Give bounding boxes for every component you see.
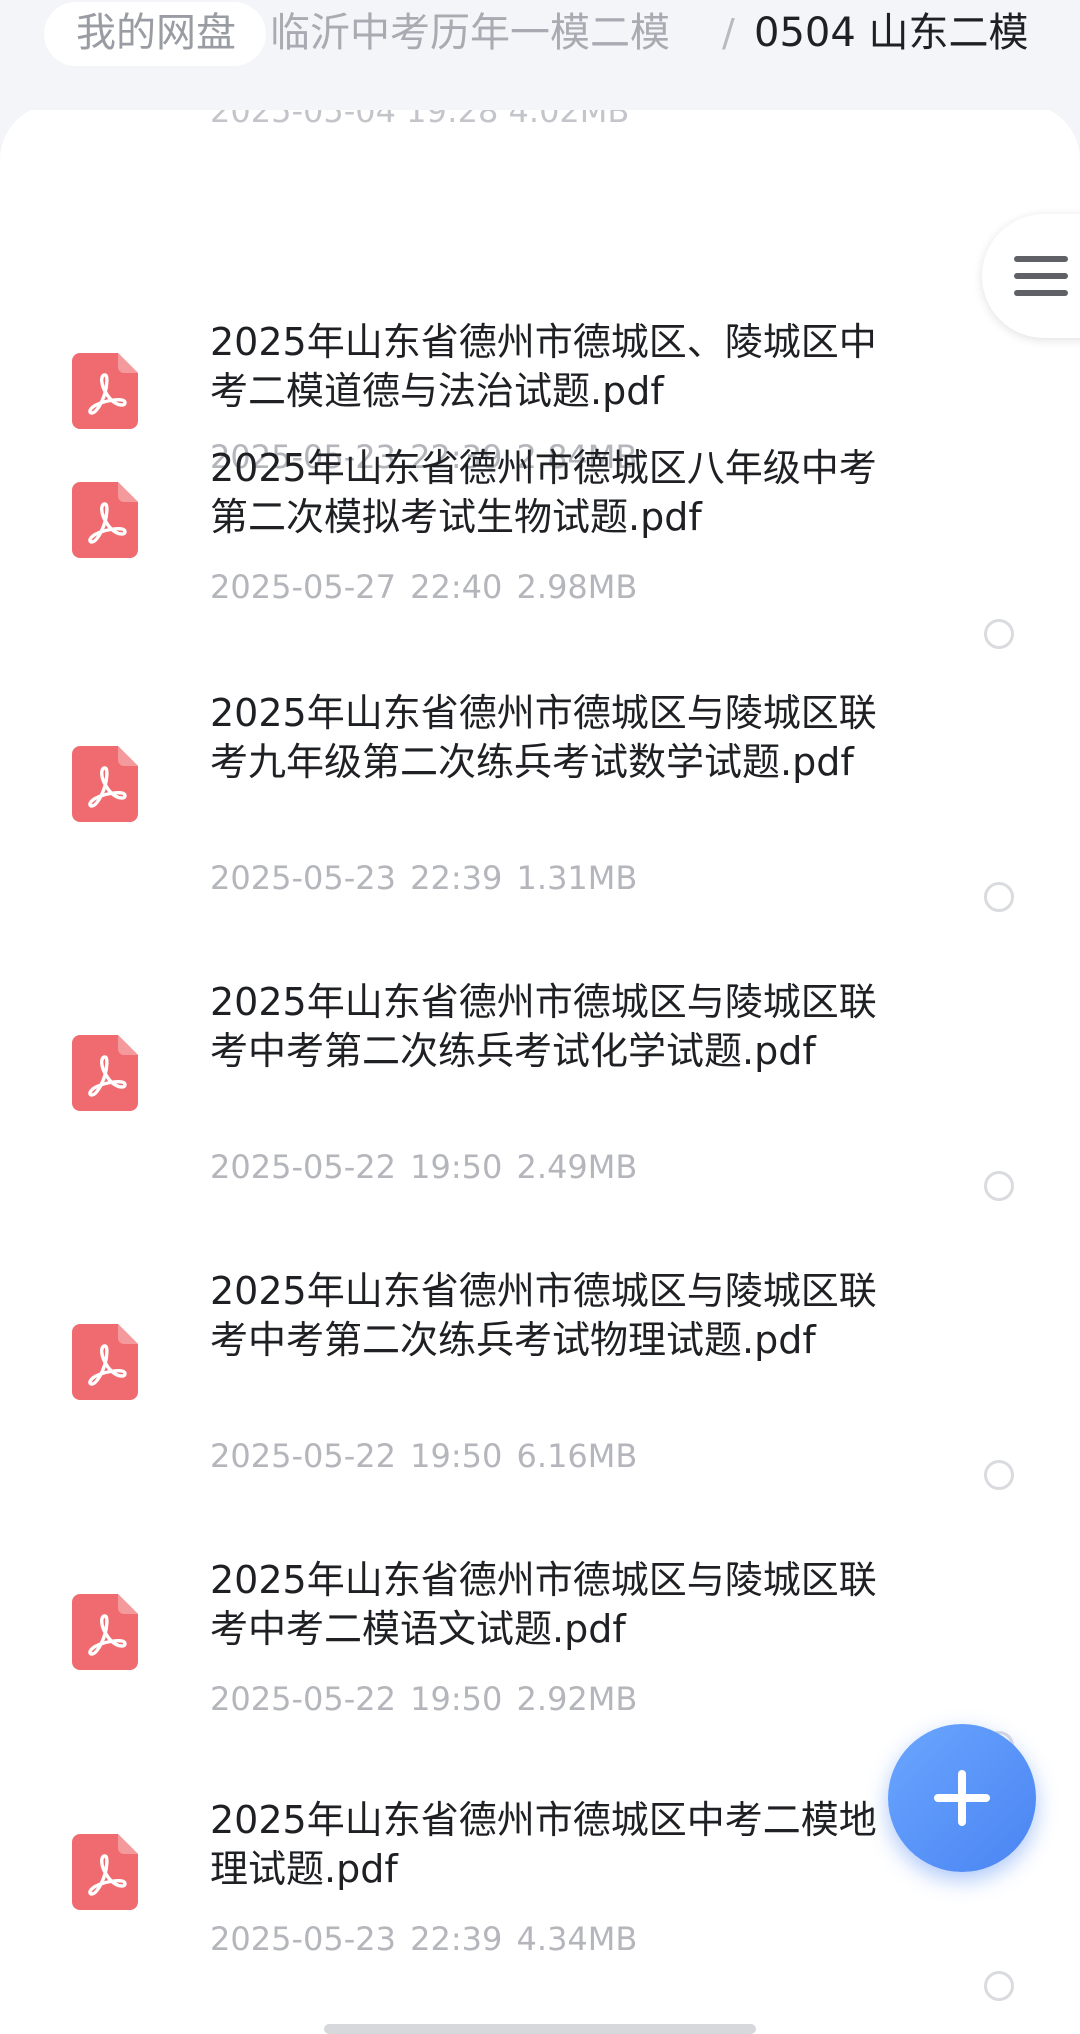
file-meta: 2025-05-22 19:50 6.16MB	[210, 1437, 638, 1475]
select-radio[interactable]	[984, 882, 1014, 912]
file-meta: 2025-05-22 19:50 2.92MB	[210, 1680, 638, 1718]
file-row-1[interactable]: 2025年山东省德州市德城区、陵城区中考二模道德与法治试题.pdf 2025-0…	[0, 214, 1080, 476]
pdf-icon	[72, 1035, 138, 1111]
file-meta: 2025-05-23 22:39 1.31MB	[210, 859, 638, 897]
pdf-icon	[72, 353, 138, 429]
file-name[interactable]: 2025年山东省德州市德城区中考二模地理试题.pdf	[210, 1796, 910, 1894]
breadcrumb-separator: /	[722, 11, 735, 55]
select-radio[interactable]	[984, 1171, 1014, 1201]
pdf-icon	[72, 746, 138, 822]
pdf-icon	[72, 1594, 138, 1670]
file-name[interactable]: 2025年山东省德州市德城区与陵城区联考中考第二次练兵考试化学试题.pdf	[210, 978, 910, 1076]
file-name[interactable]: 2025年山东省德州市德城区与陵城区联考中考二模语文试题.pdf	[210, 1556, 910, 1654]
breadcrumb-root[interactable]: 我的网盘	[76, 8, 236, 58]
select-radio[interactable]	[984, 1971, 1014, 2001]
file-meta: 2025-05-27 22:40 2.98MB	[210, 568, 638, 606]
file-meta: 2025-05-23 22:39 4.34MB	[210, 1920, 638, 1958]
file-meta: 2025-05-22 19:50 2.49MB	[210, 1148, 638, 1186]
pdf-icon	[72, 482, 138, 558]
select-radio[interactable]	[984, 619, 1014, 649]
home-indicator	[324, 2024, 756, 2034]
pdf-icon	[72, 1834, 138, 1910]
file-name[interactable]: 2025年山东省德州市德城区与陵城区联考九年级第二次练兵考试数学试题.pdf	[210, 689, 910, 787]
select-radio[interactable]	[984, 1460, 1014, 1490]
file-name[interactable]: 2025年山东省德州市德城区、陵城区中考二模道德与法治试题.pdf	[210, 318, 910, 416]
file-name[interactable]: 2025年山东省德州市德城区与陵城区联考中考第二次练兵考试物理试题.pdf	[210, 1267, 910, 1365]
file-name[interactable]: 2025年山东省德州市德城区八年级中考第二次模拟考试生物试题.pdf	[210, 444, 910, 542]
breadcrumb: 我的网盘 临沂中考历年一模二模 / 0504 山东二模	[0, 0, 1080, 110]
add-button[interactable]	[888, 1724, 1036, 1872]
breadcrumb-parent-folder[interactable]: 临沂中考历年一模二模	[270, 8, 670, 58]
pdf-icon	[72, 1324, 138, 1400]
menu-icon	[1014, 256, 1068, 307]
file-browser-page: 我的网盘 临沂中考历年一模二模 / 0504 山东二模 2025-05-04 1…	[0, 0, 1080, 2034]
breadcrumb-current-folder: 0504 山东二模	[754, 10, 1029, 56]
